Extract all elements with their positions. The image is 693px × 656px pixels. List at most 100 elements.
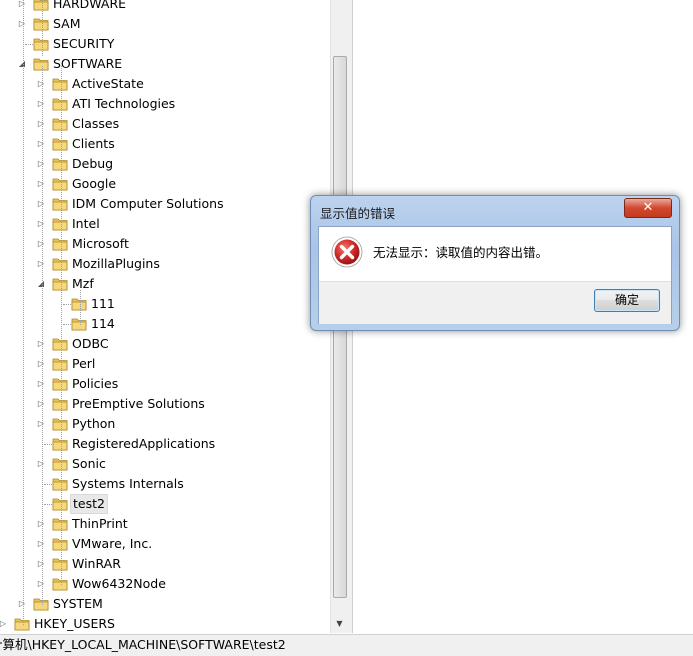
registry-key-tree[interactable]: ▷ HARDWARE ▷ SAM SECURITY ◢ SOFTWARE ▷ ActiveSta…	[0, 0, 330, 633]
tree-item-111[interactable]: 111	[0, 295, 330, 313]
tree-item-mzf[interactable]: ◢ Mzf	[0, 275, 330, 293]
tree-item-classes[interactable]: ▷ Classes	[0, 115, 330, 133]
tree-item-label: Mzf	[72, 276, 94, 291]
tree-item-software[interactable]: ◢ SOFTWARE	[0, 55, 330, 73]
expand-arrow-icon[interactable]: ▷	[17, 595, 27, 613]
folder-icon	[52, 517, 68, 531]
tree-item-registeredapplications[interactable]: RegisteredApplications	[0, 435, 330, 453]
tree-guide-line	[23, 0, 24, 625]
expand-arrow-icon[interactable]: ▷	[36, 255, 46, 273]
tree-item-label: ThinPrint	[72, 516, 128, 531]
tree-item-debug[interactable]: ▷ Debug	[0, 155, 330, 173]
expand-arrow-icon[interactable]: ▷	[36, 235, 46, 253]
expand-arrow-icon[interactable]: ▷	[17, 15, 27, 33]
expand-arrow-icon[interactable]: ▷	[17, 0, 27, 13]
folder-icon	[52, 577, 68, 591]
tree-item-system[interactable]: ▷ SYSTEM	[0, 595, 330, 613]
tree-item-odbc[interactable]: ▷ ODBC	[0, 335, 330, 353]
tree-item-sonic[interactable]: ▷ Sonic	[0, 455, 330, 473]
expand-arrow-icon[interactable]: ▷	[36, 415, 46, 433]
tree-item-thinprint[interactable]: ▷ ThinPrint	[0, 515, 330, 533]
expand-arrow-icon[interactable]: ▷	[36, 395, 46, 413]
tree-item-activestate[interactable]: ▷ ActiveState	[0, 75, 330, 93]
dialog-title: 显示值的错误	[320, 206, 396, 221]
folder-icon	[52, 377, 68, 391]
tree-item-intel[interactable]: ▷ Intel	[0, 215, 330, 233]
error-dialog: 显示值的错误 ✕ 无法显示：读取值的内容出错。 确定	[310, 195, 680, 331]
folder-icon	[52, 157, 68, 171]
tree-item-vmware-inc-[interactable]: ▷ VMware, Inc.	[0, 535, 330, 553]
tree-item-idm-computer-solutions[interactable]: ▷ IDM Computer Solutions	[0, 195, 330, 213]
tree-item-label: PreEmptive Solutions	[72, 396, 205, 411]
expand-arrow-icon[interactable]: ▷	[36, 455, 46, 473]
folder-icon	[52, 97, 68, 111]
tree-item-policies[interactable]: ▷ Policies	[0, 375, 330, 393]
folder-icon	[52, 477, 68, 491]
tree-item-label: SECURITY	[53, 36, 115, 51]
tree-item-label: 114	[91, 316, 115, 331]
expand-arrow-icon[interactable]: ▷	[36, 515, 46, 533]
folder-icon	[14, 617, 30, 631]
tree-item-systems-internals[interactable]: Systems Internals	[0, 475, 330, 493]
tree-item-hkey-users[interactable]: ▷ HKEY_USERS	[0, 615, 330, 633]
folder-icon	[52, 137, 68, 151]
tree-item-label: Python	[72, 416, 116, 431]
tree-item-label: Wow6432Node	[72, 576, 166, 591]
tree-item-security[interactable]: SECURITY	[0, 35, 330, 53]
expand-arrow-icon[interactable]: ▷	[36, 215, 46, 233]
expand-arrow-icon[interactable]: ▷	[36, 335, 46, 353]
tree-item-test2[interactable]: test2	[0, 494, 330, 514]
folder-icon	[52, 357, 68, 371]
tree-item-google[interactable]: ▷ Google	[0, 175, 330, 193]
expand-arrow-icon[interactable]: ▷	[36, 575, 46, 593]
expand-arrow-icon[interactable]: ▷	[36, 95, 46, 113]
scroll-down-arrow-icon[interactable]: ▼	[331, 615, 348, 632]
tree-item-microsoft[interactable]: ▷ Microsoft	[0, 235, 330, 253]
expand-arrow-icon[interactable]: ▷	[0, 615, 8, 633]
collapse-arrow-icon[interactable]: ◢	[36, 275, 46, 293]
folder-icon	[52, 497, 68, 511]
expand-arrow-icon[interactable]: ▷	[36, 535, 46, 553]
tree-item-clients[interactable]: ▷ Clients	[0, 135, 330, 153]
tree-guide-line	[42, 66, 43, 605]
folder-icon	[52, 197, 68, 211]
tree-item-label: HKEY_USERS	[34, 616, 115, 631]
tree-item-label: Sonic	[72, 456, 106, 471]
tree-item-label: test2	[70, 494, 108, 514]
folder-icon	[33, 17, 49, 31]
expand-arrow-icon[interactable]: ▷	[36, 355, 46, 373]
tree-item-wow6432node[interactable]: ▷ Wow6432Node	[0, 575, 330, 593]
collapse-arrow-icon[interactable]: ◢	[17, 55, 27, 73]
tree-item-sam[interactable]: ▷ SAM	[0, 15, 330, 33]
expand-arrow-icon[interactable]: ▷	[36, 555, 46, 573]
expand-arrow-icon[interactable]: ▷	[36, 375, 46, 393]
status-bar-path: 计算机\HKEY_LOCAL_MACHINE\SOFTWARE\test2	[0, 637, 286, 652]
tree-item-label: SYSTEM	[53, 596, 103, 611]
dialog-close-button[interactable]: ✕	[624, 198, 672, 218]
tree-item-python[interactable]: ▷ Python	[0, 415, 330, 433]
expand-arrow-icon[interactable]: ▷	[36, 135, 46, 153]
tree-item-ati-technologies[interactable]: ▷ ATI Technologies	[0, 95, 330, 113]
tree-item-mozillaplugins[interactable]: ▷ MozillaPlugins	[0, 255, 330, 273]
tree-item-label: Perl	[72, 356, 96, 371]
folder-icon	[52, 257, 68, 271]
expand-arrow-icon[interactable]: ▷	[36, 75, 46, 93]
tree-item-perl[interactable]: ▷ Perl	[0, 355, 330, 373]
folder-icon	[52, 417, 68, 431]
folder-icon	[33, 597, 49, 611]
ok-button[interactable]: 确定	[594, 289, 660, 312]
tree-item-preemptive-solutions[interactable]: ▷ PreEmptive Solutions	[0, 395, 330, 413]
tree-item-114[interactable]: 114	[0, 315, 330, 333]
expand-arrow-icon[interactable]: ▷	[36, 175, 46, 193]
tree-item-label: ATI Technologies	[72, 96, 176, 111]
folder-icon	[71, 297, 87, 311]
tree-guide-line	[80, 290, 81, 325]
tree-item-winrar[interactable]: ▷ WinRAR	[0, 555, 330, 573]
folder-icon	[52, 397, 68, 411]
expand-arrow-icon[interactable]: ▷	[36, 115, 46, 133]
expand-arrow-icon[interactable]: ▷	[36, 195, 46, 213]
expand-arrow-icon[interactable]: ▷	[36, 155, 46, 173]
tree-item-label: Intel	[72, 216, 100, 231]
tree-item-hardware[interactable]: ▷ HARDWARE	[0, 0, 330, 13]
error-icon	[331, 236, 363, 268]
